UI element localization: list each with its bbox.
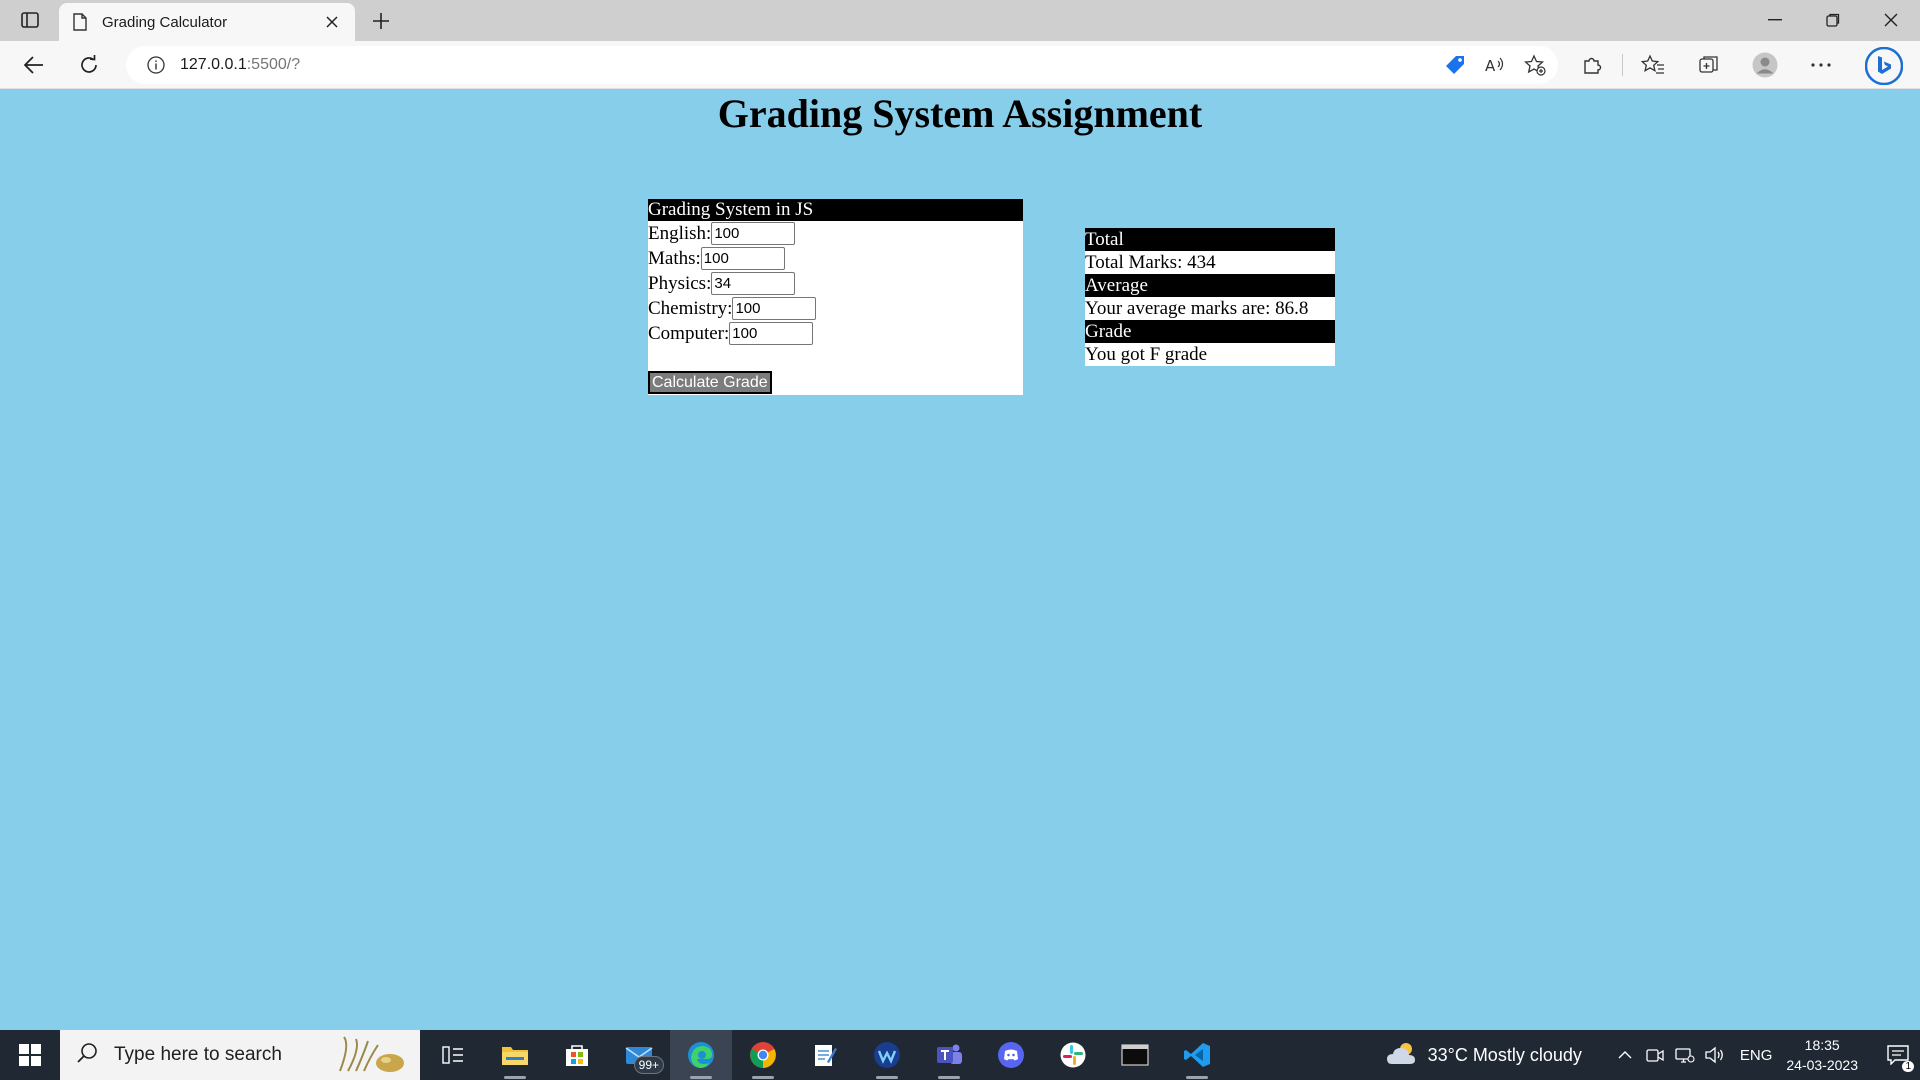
- maths-label: Maths:: [648, 247, 701, 269]
- file-explorer-icon[interactable]: [484, 1030, 546, 1080]
- tab-close-icon[interactable]: [321, 11, 343, 33]
- maths-input[interactable]: [700, 247, 785, 270]
- cloudy-weather-icon: [1386, 1040, 1418, 1071]
- vscode-icon[interactable]: [1166, 1030, 1228, 1080]
- meet-now-icon[interactable]: [1640, 1030, 1670, 1080]
- mail-icon[interactable]: 99+: [608, 1030, 670, 1080]
- collections-icon[interactable]: [1689, 48, 1729, 82]
- form-header: Grading System in JS: [648, 199, 1023, 221]
- bing-chat-icon[interactable]: [1864, 46, 1904, 86]
- address-bar[interactable]: 127.0.0.1:5500/? A: [126, 46, 1558, 84]
- computer-label: Computer:: [648, 322, 730, 344]
- page-content: Grading System Assignment Grading System…: [0, 89, 1920, 1030]
- profile-avatar-icon[interactable]: [1745, 48, 1785, 82]
- browser-toolbar: 127.0.0.1:5500/? A: [0, 41, 1920, 89]
- edge-browser-icon[interactable]: [670, 1030, 732, 1080]
- total-header: Total: [1085, 228, 1335, 251]
- add-favorite-icon[interactable]: [1518, 48, 1552, 82]
- running-indicator: [752, 1076, 774, 1079]
- site-info-icon[interactable]: [146, 55, 166, 75]
- extensions-icon[interactable]: [1572, 48, 1612, 82]
- search-placeholder: Type here to search: [114, 1044, 282, 1065]
- results-panel: Total Total Marks: 434 Average Your aver…: [1085, 228, 1335, 366]
- window-controls: [1746, 0, 1920, 40]
- restore-icon[interactable]: [1804, 0, 1862, 40]
- clock[interactable]: 18:35 24-03-2023: [1786, 1035, 1858, 1075]
- physics-row: Physics:: [648, 271, 1023, 296]
- slack-icon[interactable]: [1042, 1030, 1104, 1080]
- chemistry-input[interactable]: [732, 297, 817, 320]
- physics-input[interactable]: [711, 272, 796, 295]
- running-indicator: [876, 1076, 898, 1079]
- notepad-icon[interactable]: [794, 1030, 856, 1080]
- notification-center-icon[interactable]: 1: [1876, 1030, 1920, 1080]
- minimize-icon[interactable]: [1746, 0, 1804, 40]
- average-header: Average: [1085, 274, 1335, 297]
- page-title: Grading System Assignment: [717, 91, 1203, 136]
- network-icon[interactable]: [1670, 1030, 1700, 1080]
- svg-text:A: A: [1485, 57, 1496, 75]
- search-highlight-illustration: [330, 1035, 410, 1075]
- shopping-tag-icon[interactable]: [1438, 48, 1472, 82]
- task-view-icon[interactable]: [422, 1030, 484, 1080]
- discord-icon[interactable]: [980, 1030, 1042, 1080]
- computer-row: Computer:: [648, 321, 1023, 346]
- grade-header: Grade: [1085, 320, 1335, 343]
- page-icon: [73, 13, 87, 31]
- back-icon[interactable]: [18, 49, 50, 81]
- taskbar-apps: 99+: [422, 1030, 1228, 1080]
- grade-result-text: You got F grade: [1085, 343, 1335, 366]
- volume-icon[interactable]: [1700, 1030, 1730, 1080]
- chevron-up-icon[interactable]: [1610, 1030, 1640, 1080]
- physics-label: Physics:: [648, 272, 712, 294]
- browser-tab-bar: Grading Calculator: [0, 0, 1920, 41]
- tab-actions-icon[interactable]: [14, 8, 46, 32]
- taskbar: Type here to search 99+ 33°C Mostly clou…: [0, 1030, 1920, 1080]
- url-text[interactable]: 127.0.0.1:5500/?: [180, 56, 1432, 74]
- weather-text: 33°C Mostly cloudy: [1427, 1044, 1582, 1065]
- average-marks-text: Your average marks are: 86.8: [1085, 297, 1335, 320]
- clock-time: 18:35: [1804, 1037, 1840, 1053]
- toolbar-icons: [1572, 48, 1857, 82]
- system-tray: 33°C Mostly cloudy ENG 18:35 24-03-2023 …: [1386, 1030, 1920, 1080]
- calculate-grade-button[interactable]: Calculate Grade: [648, 371, 772, 394]
- chrome-icon[interactable]: [732, 1030, 794, 1080]
- search-icon: [76, 1042, 98, 1069]
- english-input[interactable]: [711, 222, 796, 245]
- maths-row: Maths:: [648, 246, 1023, 271]
- new-tab-button[interactable]: [368, 8, 394, 34]
- chemistry-label: Chemistry:: [648, 297, 733, 319]
- browser-tab[interactable]: Grading Calculator: [59, 3, 355, 41]
- windows-start-icon[interactable]: [0, 1030, 60, 1080]
- computer-input[interactable]: [729, 322, 814, 345]
- tab-title: Grading Calculator: [102, 13, 228, 31]
- language-indicator[interactable]: ENG: [1740, 1047, 1773, 1064]
- running-indicator: [690, 1076, 712, 1079]
- url-path: :5500/?: [246, 56, 301, 73]
- webex-icon[interactable]: [856, 1030, 918, 1080]
- clock-date: 24-03-2023: [1786, 1057, 1858, 1073]
- favorites-icon[interactable]: [1633, 48, 1673, 82]
- more-options-icon[interactable]: [1801, 48, 1841, 82]
- teams-icon[interactable]: [918, 1030, 980, 1080]
- read-aloud-icon[interactable]: A: [1478, 48, 1512, 82]
- weather-widget[interactable]: 33°C Mostly cloudy: [1386, 1040, 1582, 1071]
- running-indicator: [1186, 1076, 1208, 1079]
- chemistry-row: Chemistry:: [648, 296, 1023, 321]
- taskbar-search-box[interactable]: Type here to search: [60, 1030, 420, 1080]
- mail-badge: 99+: [633, 1056, 664, 1074]
- url-host: 127.0.0.1: [180, 56, 247, 73]
- close-window-icon[interactable]: [1862, 0, 1920, 40]
- grading-form: Grading System in JS English: Maths: Phy…: [648, 199, 1023, 395]
- microsoft-store-icon[interactable]: [546, 1030, 608, 1080]
- notification-count: 1: [1902, 1061, 1914, 1072]
- english-label: English:: [648, 222, 712, 244]
- toolbar-divider: [1622, 54, 1623, 76]
- total-marks-text: Total Marks: 434: [1085, 251, 1335, 274]
- running-indicator: [938, 1076, 960, 1079]
- running-indicator: [504, 1076, 526, 1079]
- terminal-icon[interactable]: [1104, 1030, 1166, 1080]
- refresh-icon[interactable]: [73, 49, 105, 81]
- english-row: English:: [648, 221, 1023, 246]
